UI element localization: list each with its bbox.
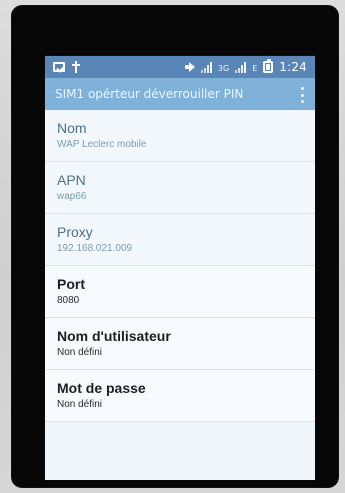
image-icon	[53, 62, 65, 72]
setting-title: Nom	[57, 120, 87, 136]
status-bar: 3G E 1:24	[45, 56, 315, 78]
usb-icon	[71, 61, 81, 73]
setting-value: WAP Leclerc mobile	[57, 139, 147, 150]
status-right: 3G E 1:24	[184, 59, 307, 74]
phone-screen: 3G E 1:24 SIM1 opérteur déverrouiller PI…	[45, 56, 315, 480]
settings-list: Nom WAP Leclerc mobile APN wap66 Proxy 1…	[45, 110, 315, 422]
setting-title: Mot de passe	[57, 380, 146, 396]
volume-icon	[184, 62, 195, 72]
setting-title: APN	[57, 172, 86, 188]
setting-item-port[interactable]: Port 8080	[45, 266, 315, 318]
setting-value: Non défini	[57, 399, 103, 410]
app-bar-title: SIM1 opérteur déverrouiller PIN	[55, 87, 244, 101]
setting-value: 8080	[57, 295, 80, 306]
more-vert-icon[interactable]	[299, 87, 305, 103]
app-bar: SIM1 opérteur déverrouiller PIN	[45, 78, 315, 110]
status-left	[53, 61, 81, 73]
network-label-3g: 3G	[217, 64, 230, 73]
setting-title: Proxy	[57, 224, 93, 240]
setting-item-nom[interactable]: Nom WAP Leclerc mobile	[45, 110, 315, 162]
setting-item-apn[interactable]: APN wap66	[45, 162, 315, 214]
setting-value: Non défini	[57, 347, 103, 358]
battery-icon	[263, 59, 274, 73]
setting-item-username[interactable]: Nom d'utilisateur Non défini	[45, 318, 315, 370]
setting-item-proxy[interactable]: Proxy 192.168.021.009	[45, 214, 315, 266]
setting-title: Port	[57, 276, 85, 292]
network-label-e: E	[252, 64, 258, 73]
setting-title: Nom d'utilisateur	[57, 328, 171, 344]
setting-value: wap66	[57, 191, 87, 202]
setting-value: 192.168.021.009	[57, 243, 133, 254]
setting-item-password[interactable]: Mot de passe Non défini	[45, 370, 315, 422]
status-time: 1:24	[279, 60, 307, 74]
signal-icon	[200, 61, 212, 73]
signal-icon	[235, 61, 247, 73]
